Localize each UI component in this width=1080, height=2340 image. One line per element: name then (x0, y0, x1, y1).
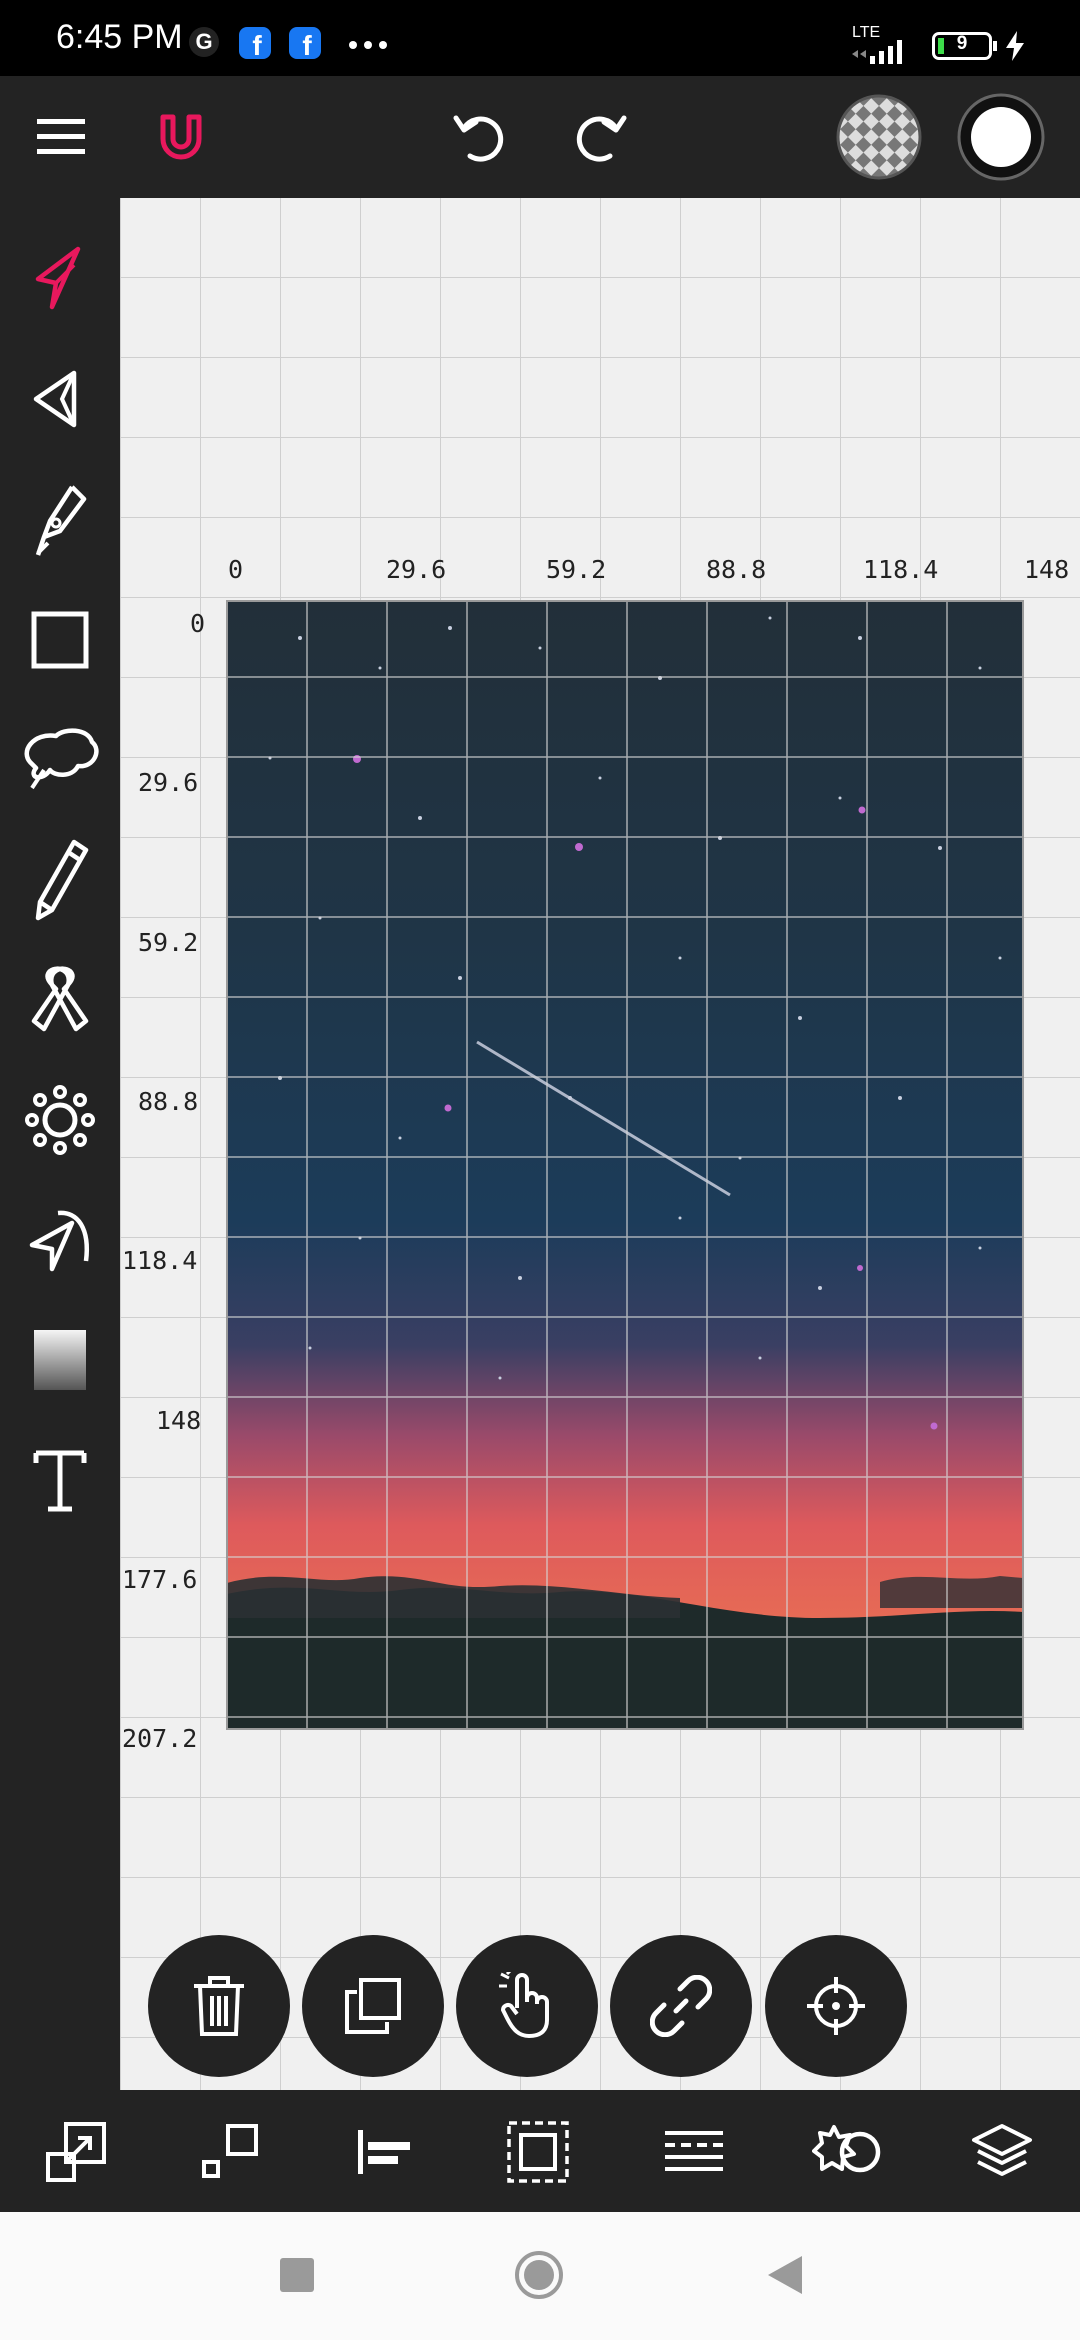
x-ruler-label: 59.2 (546, 555, 607, 584)
direct-select-tool-icon[interactable] (14, 354, 106, 446)
x-ruler-label: 88.8 (706, 555, 767, 584)
gradient-tool-icon[interactable] (14, 1314, 106, 1406)
pencil-tool-icon[interactable] (14, 834, 106, 926)
link-button[interactable] (610, 1935, 752, 2077)
battery-icon: 9 (932, 32, 992, 60)
undo-icon[interactable] (440, 96, 520, 176)
select-tool-icon[interactable] (14, 234, 106, 326)
home-button[interactable] (514, 2250, 564, 2300)
rectangle-tool-icon[interactable] (14, 594, 106, 686)
pan-button[interactable] (456, 1935, 598, 2077)
shape-tool-icon[interactable] (14, 714, 106, 806)
facebook-icon: f (289, 27, 321, 60)
duplicate-icon (345, 1978, 401, 2034)
align-left-icon[interactable] (334, 2102, 434, 2202)
magnet-icon[interactable] (140, 98, 222, 180)
canvas-area[interactable]: 0 29.6 59.2 88.8 118.4 148 0 29.6 59.2 8… (120, 198, 1080, 2090)
distribute-icon[interactable] (644, 2102, 744, 2202)
color-swatch-icon[interactable] (956, 92, 1046, 182)
svg-text:f: f (302, 30, 312, 60)
more-icon (349, 41, 387, 49)
menu-icon[interactable] (22, 98, 100, 176)
redo-icon[interactable] (560, 96, 640, 176)
resize-icon[interactable] (26, 2102, 126, 2202)
effects-icon[interactable] (798, 2102, 898, 2202)
back-button[interactable] (764, 2254, 804, 2296)
signal-icon (852, 40, 902, 64)
layers-icon[interactable] (952, 2102, 1052, 2202)
y-ruler-label: 177.6 (122, 1565, 198, 1594)
g-icon: G (189, 27, 219, 57)
canvas-grid (120, 198, 1080, 2090)
duplicate-button[interactable] (302, 1935, 444, 2077)
y-ruler-label: 148 (156, 1406, 202, 1435)
y-ruler-label: 118.4 (122, 1246, 198, 1275)
center-button[interactable] (765, 1935, 907, 2077)
bottom-toolbar (0, 2090, 1080, 2212)
y-ruler-label: 59.2 (138, 928, 199, 957)
svg-text:f: f (252, 30, 262, 60)
facebook-icon: f (239, 27, 271, 60)
status-bar: 6:45 PM G f f LTE 9 (0, 0, 1080, 76)
y-ruler-label: 207.2 (122, 1724, 198, 1753)
svg-text:G: G (195, 29, 212, 54)
delete-icon (194, 1976, 244, 2036)
top-toolbar (0, 76, 1080, 198)
x-ruler-label: 118.4 (863, 555, 939, 584)
x-ruler-label: 148 (1024, 555, 1070, 584)
left-toolbar (0, 198, 120, 2090)
transparency-swatch-icon[interactable] (834, 92, 924, 182)
recents-button[interactable] (280, 2258, 314, 2292)
text-tool-icon[interactable] (14, 1434, 106, 1526)
y-ruler-label: 29.6 (138, 768, 199, 797)
align-icon[interactable] (180, 2102, 280, 2202)
sun-shape-tool-icon[interactable] (14, 1074, 106, 1166)
link-icon (650, 1975, 712, 2037)
y-ruler-label: 88.8 (138, 1087, 199, 1116)
y-ruler-label: 0 (190, 609, 206, 638)
artwork-image (227, 601, 1023, 1729)
hand-icon (499, 1972, 549, 2038)
x-ruler-label: 29.6 (386, 555, 447, 584)
pen-tool-icon[interactable] (14, 474, 106, 566)
crosshair-icon (807, 1977, 865, 2035)
charging-icon (1006, 31, 1024, 61)
navigation-bar (0, 2212, 1080, 2340)
x-ruler-label: 0 (228, 555, 244, 584)
status-time: 6:45 PM (56, 18, 183, 56)
ribbon-tool-icon[interactable] (14, 954, 106, 1046)
arc-tool-icon[interactable] (14, 1194, 106, 1286)
crop-icon[interactable] (488, 2102, 588, 2202)
delete-button[interactable] (148, 1935, 290, 2077)
